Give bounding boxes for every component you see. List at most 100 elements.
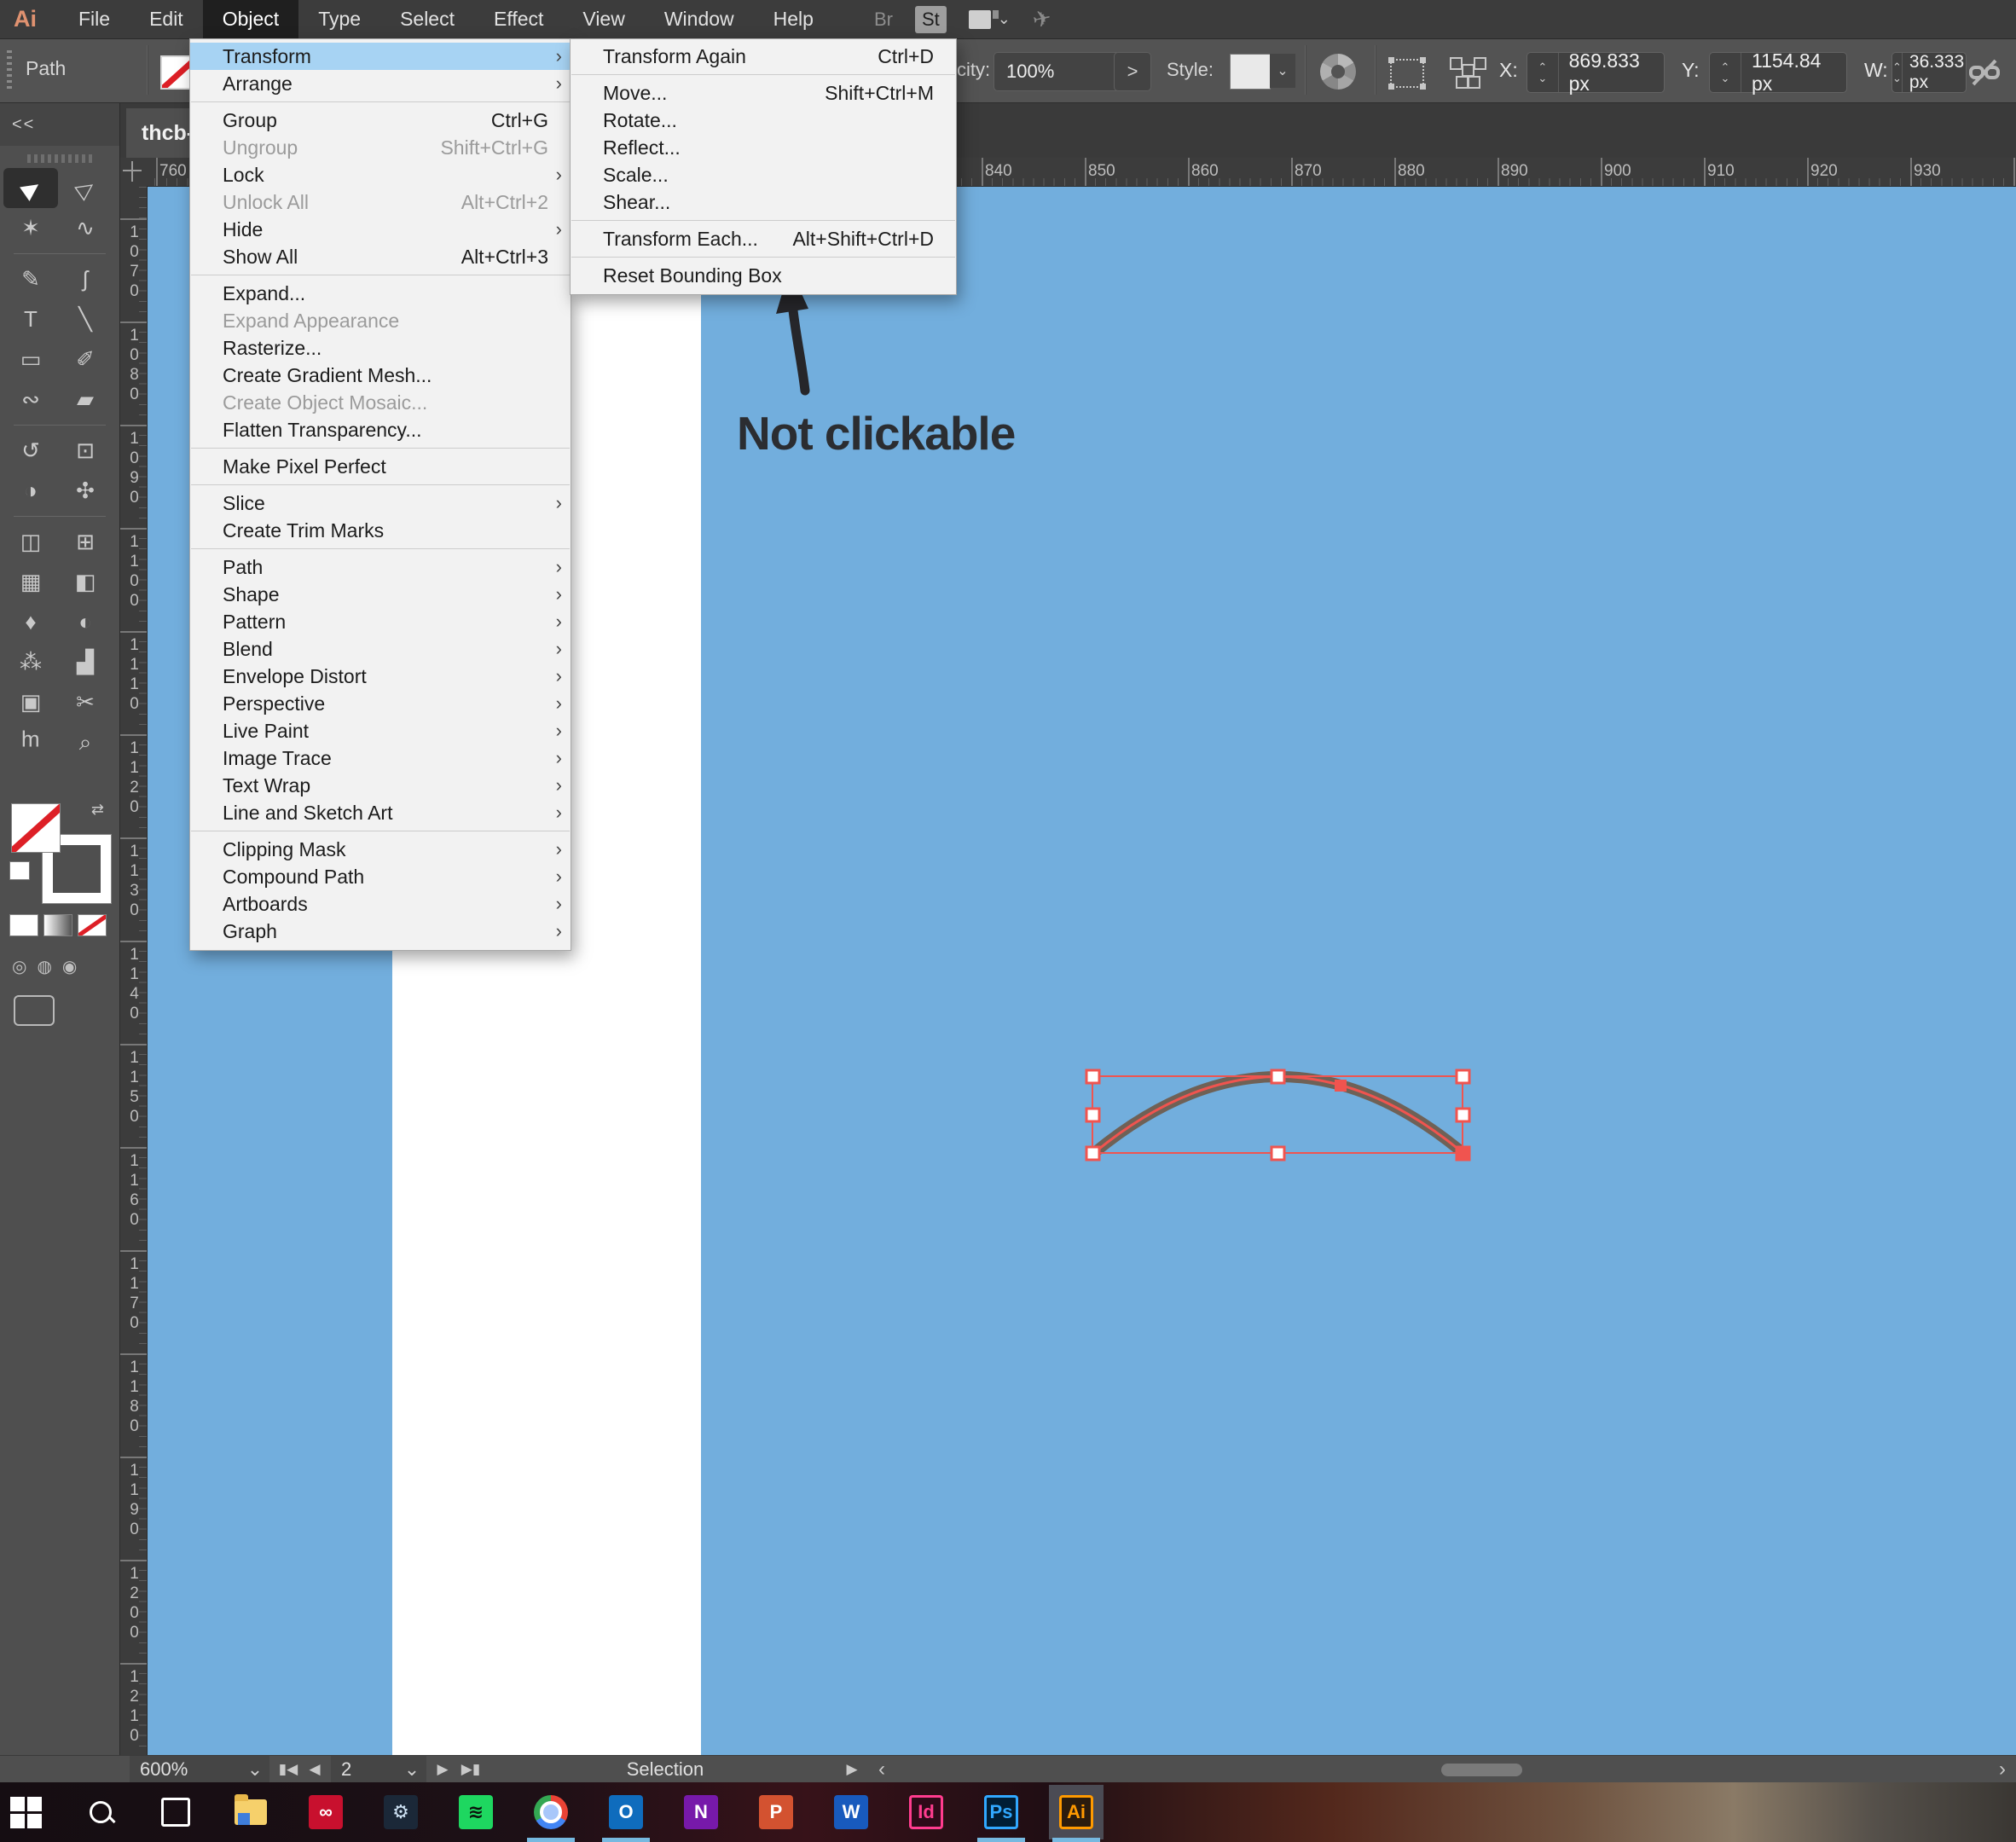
menu-item-transform-each[interactable]: Transform Each...Alt+Shift+Ctrl+D (571, 225, 956, 252)
mesh-tool-icon[interactable]: ▦ (3, 562, 58, 602)
ruler-origin-corner[interactable] (119, 158, 147, 186)
swap-fill-stroke-icon[interactable]: ⇄ (91, 801, 104, 819)
menu-item-create-gradient-mesh[interactable]: Create Gradient Mesh... (190, 362, 571, 389)
menubar-item-effect[interactable]: Effect (474, 0, 563, 38)
menu-item-compound-path[interactable]: Compound Path› (190, 863, 571, 890)
taskbar-adobe-cc-icon[interactable]: ∞ (307, 1793, 345, 1831)
handle-bottom-center[interactable] (1272, 1147, 1284, 1160)
handle-top-right[interactable] (1457, 1070, 1469, 1083)
handle-top-center[interactable] (1272, 1070, 1284, 1083)
opacity-input[interactable]: 100% (994, 52, 1125, 91)
bridge-button[interactable]: Br (874, 9, 893, 31)
menu-item-path[interactable]: Path› (190, 553, 571, 581)
column-graph-tool-icon[interactable]: ▟ (58, 642, 113, 682)
vertical-ruler[interactable]: 1070108010901100111011201130114011501160… (119, 186, 148, 1755)
direct-selection-tool-icon[interactable]: ▷ (58, 168, 113, 208)
gradient-mode-button[interactable] (44, 915, 72, 935)
zoom-dropdown-icon[interactable]: ⌄ (240, 1756, 269, 1783)
first-artboard-button[interactable]: ▮◀ (275, 1756, 302, 1783)
eraser-tool-icon[interactable]: ▰ (58, 379, 113, 420)
menu-item-rotate[interactable]: Rotate... (571, 107, 956, 134)
magic-wand-tool-icon[interactable]: ✶ (3, 208, 58, 248)
curvature-tool-icon[interactable]: ʃ (58, 259, 113, 299)
handle-mid-left[interactable] (1086, 1109, 1099, 1121)
draw-behind-icon[interactable]: ◍ (37, 956, 51, 977)
menu-item-live-paint[interactable]: Live Paint› (190, 717, 571, 744)
zoom-level-field[interactable]: 600% (130, 1756, 252, 1783)
taskbar-chrome-icon[interactable] (532, 1793, 570, 1831)
fill-swatch[interactable] (12, 804, 60, 852)
puppet-warp-tool-icon[interactable]: ✣ (58, 471, 113, 511)
menu-item-graph[interactable]: Graph› (190, 918, 571, 945)
stock-button[interactable]: St (915, 6, 947, 33)
scroll-right-icon[interactable]: › (1992, 1756, 2013, 1783)
recolor-artwork-icon[interactable] (1320, 54, 1356, 90)
handle-bottom-left[interactable] (1086, 1147, 1099, 1160)
artboard-number-field[interactable]: 2 (331, 1756, 408, 1783)
taskbar-steam-icon[interactable]: ⚙ (382, 1793, 420, 1831)
opacity-dropdown-icon[interactable]: > (1114, 52, 1151, 91)
menu-item-move[interactable]: Move...Shift+Ctrl+M (571, 79, 956, 107)
scale-tool-icon[interactable]: ⊡ (58, 431, 113, 471)
last-artboard-button[interactable]: ▶▮ (457, 1756, 484, 1783)
menu-item-create-trim-marks[interactable]: Create Trim Marks (190, 517, 571, 544)
selected-anchor-point[interactable] (1335, 1080, 1347, 1092)
menu-item-rasterize[interactable]: Rasterize... (190, 334, 571, 362)
artboard-tool-icon[interactable]: ▣ (3, 682, 58, 722)
zoom-tool-icon[interactable]: ⌕ (58, 722, 113, 762)
style-dropdown-icon[interactable]: ⌄ (1270, 54, 1295, 88)
draw-inside-icon[interactable]: ◉ (62, 956, 77, 977)
menu-item-transform[interactable]: Transform› (190, 43, 571, 70)
perspective-grid-tool-icon[interactable]: ⊞ (58, 522, 113, 562)
menu-item-clipping-mask[interactable]: Clipping Mask› (190, 836, 571, 863)
paintbrush-tool-icon[interactable]: ✐ (58, 339, 113, 379)
gradient-tool-icon[interactable]: ◧ (58, 562, 113, 602)
align-icon[interactable] (1450, 57, 1484, 88)
handle-bottom-right[interactable] (1457, 1147, 1469, 1160)
menu-item-shear[interactable]: Shear... (571, 188, 956, 216)
rectangle-tool-icon[interactable]: ▭ (3, 339, 58, 379)
menu-item-scale[interactable]: Scale... (571, 161, 956, 188)
hand-tool-icon[interactable]: ɰ (3, 722, 58, 762)
menu-item-image-trace[interactable]: Image Trace› (190, 744, 571, 772)
taskbar-start-icon[interactable] (7, 1793, 44, 1831)
menubar-item-type[interactable]: Type (298, 0, 380, 38)
horizontal-scrollbar-thumb[interactable] (1441, 1764, 1522, 1776)
taskbar-onenote-icon[interactable]: N (682, 1793, 720, 1831)
handle-top-left[interactable] (1086, 1070, 1099, 1083)
none-mode-button[interactable] (78, 915, 106, 935)
y-field[interactable]: ⌃⌄ 1154.84 px (1709, 52, 1847, 93)
menu-item-expand[interactable]: Expand... (190, 280, 571, 307)
taskbar-powerpoint-icon[interactable]: P (757, 1793, 795, 1831)
taskbar-spotify-icon[interactable]: ≋ (457, 1793, 495, 1831)
menu-item-text-wrap[interactable]: Text Wrap› (190, 772, 571, 799)
style-swatch[interactable] (1230, 54, 1271, 90)
tools-grip[interactable] (27, 154, 92, 163)
w-field[interactable]: ⌃⌄ 36.333 px (1891, 52, 1967, 93)
taskbar-illustrator-icon[interactable]: Ai (1057, 1793, 1095, 1831)
menu-item-make-pixel-perfect[interactable]: Make Pixel Perfect (190, 453, 571, 480)
type-tool-icon[interactable]: T (3, 299, 58, 339)
status-play-icon[interactable]: ▶ (840, 1756, 864, 1783)
eyedropper-tool-icon[interactable]: ♦ (3, 602, 58, 642)
menu-item-flatten-transparency[interactable]: Flatten Transparency... (190, 416, 571, 443)
menu-item-show-all[interactable]: Show AllAlt+Ctrl+3 (190, 243, 571, 270)
pen-tool-icon[interactable]: ✎ (3, 259, 58, 299)
menu-item-transform-again[interactable]: Transform AgainCtrl+D (571, 43, 956, 70)
menu-item-arrange[interactable]: Arrange› (190, 70, 571, 97)
menubar-item-view[interactable]: View (563, 0, 644, 38)
symbol-sprayer-tool-icon[interactable]: ⁂ (3, 642, 58, 682)
workspace-layout-icon[interactable]: ⌄ (969, 10, 1011, 29)
menubar-item-select[interactable]: Select (380, 0, 474, 38)
lasso-tool-icon[interactable]: ∿ (58, 208, 113, 248)
menubar-item-object[interactable]: Object (203, 0, 298, 38)
line-segment-tool-icon[interactable]: ╲ (58, 299, 113, 339)
taskbar-outlook-icon[interactable]: O (607, 1793, 645, 1831)
menu-item-slice[interactable]: Slice› (190, 489, 571, 517)
share-icon[interactable]: ✈ (1030, 4, 1054, 34)
taskbar-file-explorer-icon[interactable] (232, 1793, 269, 1831)
next-artboard-button[interactable]: ▶ (430, 1756, 455, 1783)
menu-item-lock[interactable]: Lock› (190, 161, 571, 188)
w-stepper[interactable]: ⌃⌄ (1892, 53, 1903, 92)
tools-collapse-button[interactable]: << (0, 103, 119, 146)
